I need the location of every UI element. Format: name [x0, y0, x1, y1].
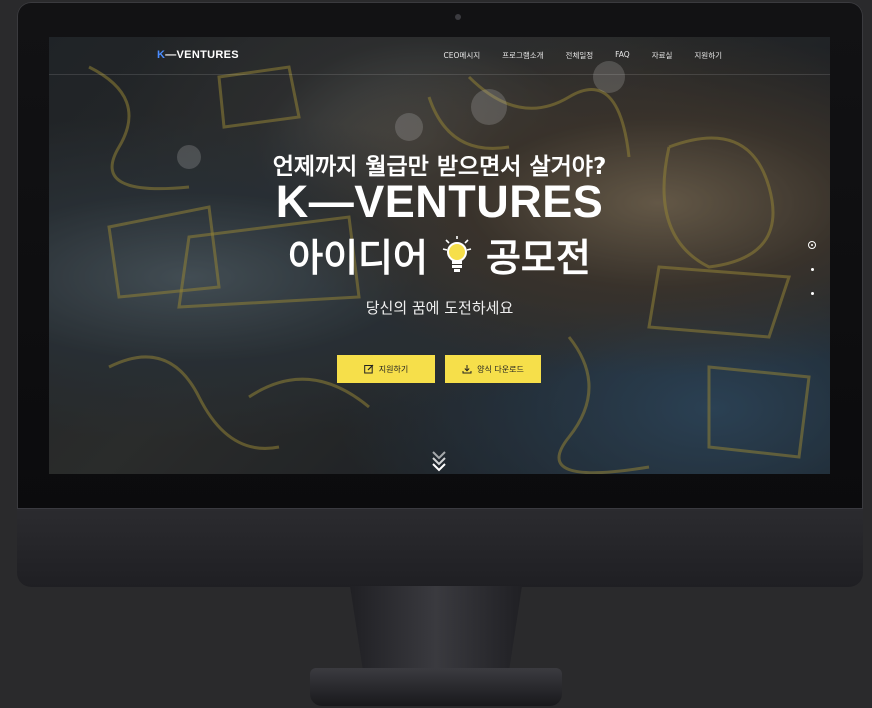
- nav-item-faq[interactable]: FAQ: [615, 50, 630, 61]
- website-screen: K—VENTURES CEO메시지 프로그램소개 전체일정 FAQ 자료실 지원…: [49, 37, 830, 474]
- monitor-chin: [17, 508, 863, 587]
- hero-contest-heading: 아이디어 공모전: [49, 227, 830, 282]
- nav-item-schedule[interactable]: 전체일정: [566, 50, 594, 61]
- hero-word-idea: 아이디어: [288, 236, 428, 280]
- download-form-button[interactable]: 양식 다운로드: [445, 355, 541, 383]
- slide-pager: [807, 239, 819, 299]
- logo-rest: —VENTURES: [165, 49, 239, 61]
- apply-button-label: 지원하기: [378, 364, 409, 374]
- hero-subtitle: 당신의 꿈에 도전하세요: [365, 299, 514, 317]
- top-navigation: K—VENTURES CEO메시지 프로그램소개 전체일정 FAQ 자료실 지원…: [49, 37, 830, 75]
- download-icon: [462, 365, 472, 374]
- pager-dot[interactable]: [811, 268, 814, 271]
- nav-menu: CEO메시지 프로그램소개 전체일정 FAQ 자료실 지원하기: [422, 50, 722, 61]
- logo-k: K: [157, 49, 166, 61]
- lightbulb-icon: [442, 235, 472, 272]
- nav-item-apply[interactable]: 지원하기: [694, 50, 722, 61]
- hero-word-contest: 공모전: [485, 236, 591, 280]
- nav-item-ceo-message[interactable]: CEO메시지: [444, 50, 481, 61]
- site-logo[interactable]: K—VENTURES: [157, 49, 239, 61]
- camera: [455, 14, 461, 20]
- edit-icon: [363, 364, 374, 374]
- pager-dot-active[interactable]: [808, 241, 816, 249]
- hero-title: K—VENTURES: [275, 176, 604, 227]
- monitor-stand: [350, 586, 522, 676]
- nav-item-resources[interactable]: 자료실: [652, 50, 673, 61]
- monitor-stand-base: [310, 668, 562, 706]
- download-form-button-label: 양식 다운로드: [477, 364, 524, 374]
- chevron-double-down-icon[interactable]: [431, 449, 447, 473]
- apply-button[interactable]: 지원하기: [337, 355, 435, 383]
- pager-dot[interactable]: [811, 292, 814, 295]
- nav-item-program[interactable]: 프로그램소개: [502, 50, 543, 61]
